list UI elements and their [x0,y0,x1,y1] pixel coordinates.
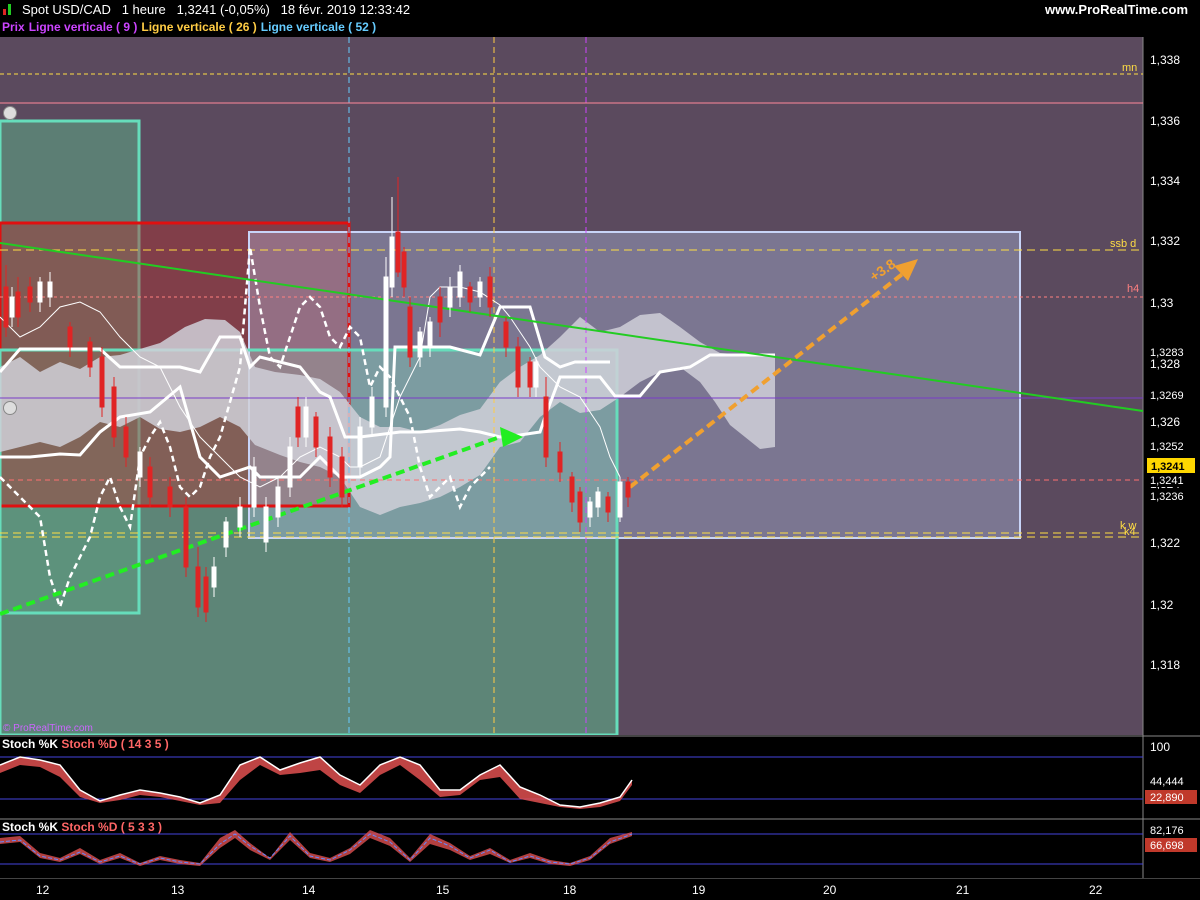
stoch2-k-value: 82,176 [1150,825,1184,837]
stoch1-k-label[interactable]: Stoch %K [2,737,58,751]
stoch1-legend: Stoch %K Stoch %D ( 14 3 5 ) [2,737,169,751]
svg-text:1,3241: 1,3241 [1151,461,1185,473]
svg-text:1,32: 1,32 [1150,598,1174,612]
svg-text:1,338: 1,338 [1150,53,1180,67]
svg-text:1,332: 1,332 [1150,234,1180,248]
svg-text:22: 22 [1089,883,1103,897]
stoch1-d-label[interactable]: Stoch %D ( 14 3 5 ) [61,737,168,751]
svg-text:1,328: 1,328 [1150,357,1180,371]
svg-text:1,336: 1,336 [1150,114,1180,128]
site-link[interactable]: www.ProRealTime.com [1045,0,1188,19]
svg-text:12: 12 [36,883,50,897]
svg-text:1,3241: 1,3241 [1150,475,1184,487]
svg-text:k4: k4 [1124,526,1136,538]
stoch2-legend: Stoch %K Stoch %D ( 5 3 3 ) [2,820,162,834]
svg-text:1,326: 1,326 [1150,415,1180,429]
alert-bell-icon[interactable] [3,401,17,415]
stoch2-d-label[interactable]: Stoch %D ( 5 3 3 ) [61,820,162,834]
svg-text:1,322: 1,322 [1150,536,1180,550]
svg-text:1,3269: 1,3269 [1150,390,1184,402]
svg-text:13: 13 [171,883,185,897]
legend-lv9[interactable]: Ligne verticale ( 9 ) [26,20,140,34]
stoch2-d-value: 66,698 [1150,840,1184,852]
svg-text:19: 19 [692,883,706,897]
price-chart[interactable]: +3.8 1,338 1,336 1,334 1,332 1,33 1,328 … [0,37,1200,735]
stoch1-k-value: 44,444 [1150,776,1184,788]
svg-text:21: 21 [956,883,970,897]
stoch1-axis-top: 100 [1150,740,1170,754]
instrument-title: Spot USD/CAD 1 heure 1,3241 (-0,05%) 18 … [22,2,411,17]
alert-bell-icon[interactable] [3,106,17,120]
price-pane[interactable]: +3.8 1,338 1,336 1,334 1,332 1,33 1,328 … [0,37,1200,735]
svg-text:1,334: 1,334 [1150,174,1180,188]
stoch-pane-2[interactable]: 82,176 66,698 Stoch %K Stoch %D ( 5 3 3 … [0,818,1200,878]
svg-text:1,3283: 1,3283 [1150,347,1184,359]
title-bar: Spot USD/CAD 1 heure 1,3241 (-0,05%) 18 … [0,0,1200,19]
stoch1-d-value: 22,890 [1150,792,1184,804]
svg-text:ssb d: ssb d [1110,238,1136,250]
svg-text:1,318: 1,318 [1150,658,1180,672]
date-axis: 12 13 14 15 18 19 20 21 22 [0,878,1200,900]
svg-text:1,33: 1,33 [1150,296,1174,310]
svg-text:1,3236: 1,3236 [1150,491,1184,503]
indicator-legend: Prix Ligne verticale ( 9 ) Ligne verticale… [0,19,379,37]
svg-text:20: 20 [823,883,837,897]
svg-text:1,3252: 1,3252 [1150,441,1184,453]
svg-text:14: 14 [302,883,316,897]
stoch2-k-label[interactable]: Stoch %K [2,820,58,834]
svg-text:15: 15 [436,883,450,897]
copyright-label: © ProRealTime.com [3,723,93,734]
svg-text:18: 18 [563,883,577,897]
legend-prix[interactable]: Prix [0,20,27,34]
prt-logo-icon [3,4,11,15]
stoch-pane-1[interactable]: 100 44,444 22,890 Stoch %K Stoch %D ( 14… [0,735,1200,818]
legend-lv52[interactable]: Ligne verticale ( 52 ) [258,20,379,34]
svg-text:mn: mn [1122,62,1137,74]
legend-lv26[interactable]: Ligne verticale ( 26 ) [139,20,259,34]
svg-text:h4: h4 [1127,283,1139,295]
